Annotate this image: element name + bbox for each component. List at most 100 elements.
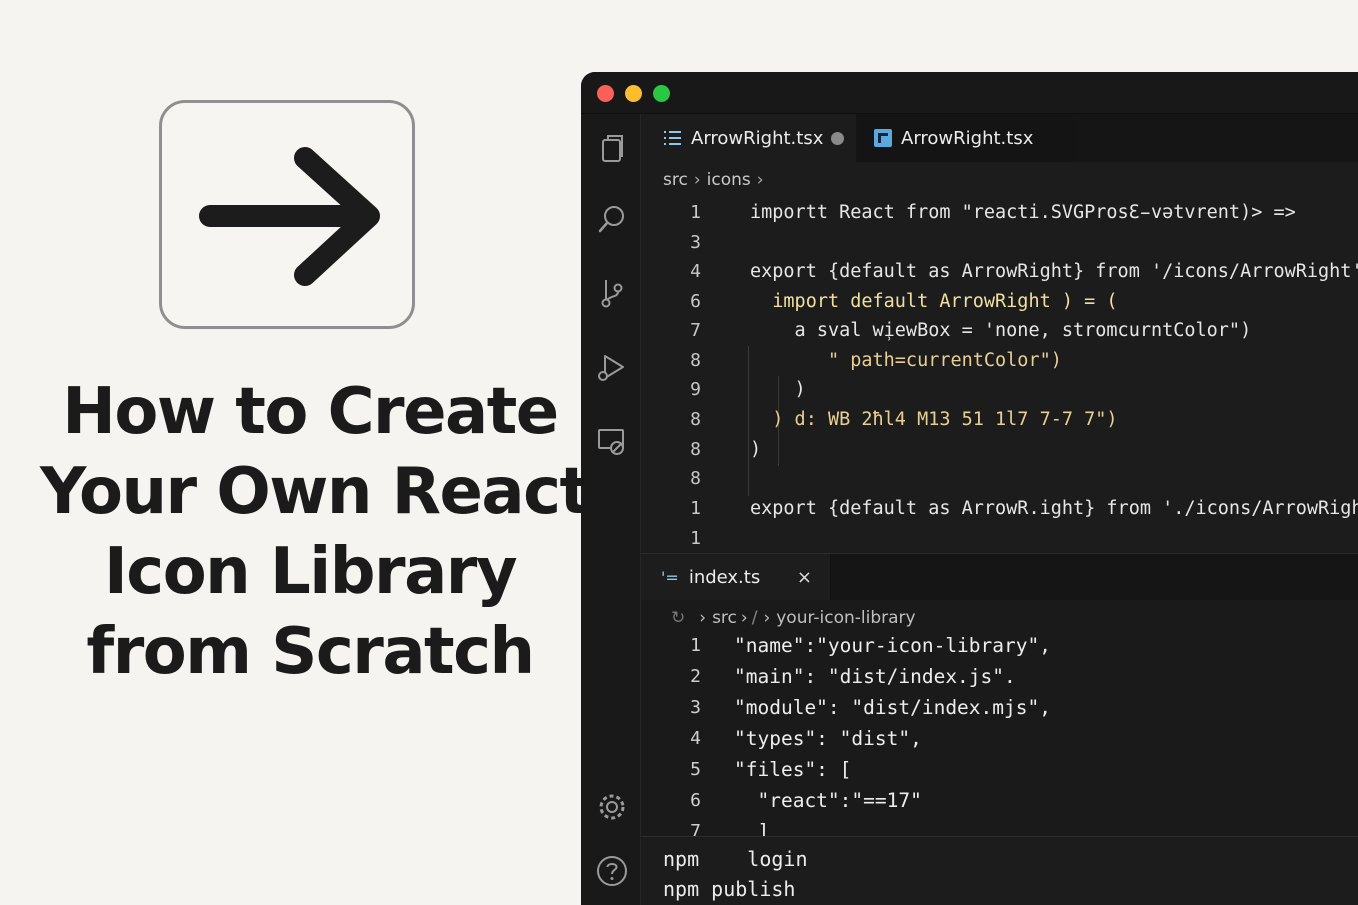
code-text: "files": [ — [734, 758, 852, 781]
hero-title: How to Create Your Own React Icon Librar… — [40, 372, 590, 692]
line-number: 7 — [690, 821, 701, 836]
hero-title-line: Your Own React — [40, 455, 590, 529]
line-number: 9 — [690, 379, 701, 400]
breadcrumb-item[interactable]: src — [712, 608, 737, 628]
arrow-right-icon — [199, 147, 380, 286]
code-line: 1 export {default as ArrowR.ight} from '.… — [641, 494, 1358, 524]
file-type-icon: '= — [661, 567, 679, 587]
code-line: 3 "module": "dist/index.mjs", — [641, 692, 1358, 723]
code-line: 4 export {default as ArrowRight} from '/i… — [641, 257, 1358, 287]
code-line: 4 "types": "dist", — [641, 723, 1358, 754]
code-text: ) — [750, 439, 762, 460]
line-number: 6 — [690, 291, 701, 312]
code-text: importt React from "reacti.SVGProsƐ̵vətv… — [750, 202, 1296, 223]
line-number: 1 — [690, 498, 701, 519]
tab-index-ts[interactable]: '= index.ts × — [641, 554, 831, 600]
code-line: 2 "main": "dist/index.js". — [641, 661, 1358, 692]
line-number: 3 — [690, 697, 701, 718]
line-number: 6 — [690, 790, 701, 811]
terminal-line: npm login — [663, 847, 808, 871]
tab-label: index.ts — [688, 566, 761, 588]
code-text: "react":"==17" — [734, 789, 922, 812]
refresh-icon: ↻ — [671, 608, 686, 628]
breadcrumb-item[interactable]: icons — [707, 170, 751, 190]
breadcrumb-item[interactable]: src — [663, 170, 688, 190]
code-text: "name":"your-icon-library", — [734, 634, 1051, 657]
files-icon[interactable] — [595, 132, 629, 166]
title-bar — [581, 72, 1358, 114]
line-number: 5 — [690, 759, 701, 780]
code-text: " path=currentColor") — [750, 350, 1062, 371]
chevron-right-icon: › — [740, 608, 748, 628]
close-tab-icon[interactable]: × — [797, 567, 812, 588]
line-number: 3 — [690, 232, 701, 253]
code-text: export {default as ArrowRight} from '/ic… — [750, 261, 1358, 282]
terminal-panel[interactable]: npm login npm publish — [641, 836, 1358, 905]
line-number: 8 — [690, 468, 701, 489]
modified-dot-icon[interactable] — [831, 131, 844, 145]
line-number: 4 — [690, 261, 701, 282]
line-number: 8 — [690, 409, 701, 430]
line-number: 2 — [690, 666, 701, 687]
code-text: "types": "dist", — [734, 727, 922, 750]
chevron-right-icon: › — [693, 170, 701, 190]
line-number: 1 — [690, 202, 701, 223]
breadcrumb: src › icons › — [663, 162, 770, 198]
secondary-editor-pane: '= index.ts × ↻ › src › / › your-icon-li… — [641, 553, 1358, 836]
code-line: 9 ) — [641, 375, 1358, 405]
code-line: 5 "files": [ — [641, 754, 1358, 785]
code-line: 1 importt React from "reacti.SVGProsƐ̵vət… — [641, 198, 1358, 228]
code-line: 8 — [641, 464, 1358, 494]
source-control-icon[interactable] — [595, 276, 629, 310]
code-line: 1 "name":"your-icon-library", — [641, 630, 1358, 661]
editor-tab-bar: ArrowRight.tsx ArrowRight.tsx — [641, 114, 1358, 162]
tab-arrowright-tsx-modified[interactable]: ArrowRight.tsx — [641, 114, 856, 162]
code-text: a sval wi̹ewBox = 'none, stromcurntColor… — [750, 320, 1252, 341]
code-line: 8) — [641, 435, 1358, 465]
code-text: export {default as ArrowR.ight} from './… — [750, 498, 1358, 519]
maximize-window-button[interactable] — [653, 85, 670, 102]
hero-title-line: How to Create — [62, 375, 559, 449]
code-text: ) d: WB 2ħl4 M13 51 1l7 7-7 7") — [750, 409, 1118, 430]
remote-explorer-icon[interactable] — [595, 424, 629, 458]
help-icon[interactable] — [595, 854, 629, 888]
close-window-button[interactable] — [597, 85, 614, 102]
search-icon[interactable] — [595, 202, 629, 236]
code-text: ) — [750, 379, 806, 400]
code-editor-window: ArrowRight.tsx ArrowRight.tsx src › icon… — [581, 72, 1358, 905]
settings-gear-icon[interactable] — [595, 790, 629, 824]
line-number: 7 — [690, 320, 701, 341]
line-number: 1 — [690, 528, 701, 549]
editor-pane: ArrowRight.tsx ArrowRight.tsx src › icon… — [641, 114, 1358, 554]
minimize-window-button[interactable] — [625, 85, 642, 102]
code-line: 8 " path=currentColor") — [641, 346, 1358, 376]
code-line: 6 "react":"==17" — [641, 785, 1358, 816]
tab-label: ArrowRight.tsx — [901, 127, 1034, 149]
code-line: 7 a sval wi̹ewBox = 'none, stromcurntCol… — [641, 316, 1358, 346]
code-line: 7 ] — [641, 816, 1358, 836]
chevron-right-icon: › — [763, 608, 771, 628]
code-text: "module": "dist/index.mjs", — [734, 696, 1051, 719]
arrow-icon-tile — [159, 100, 415, 329]
activity-bar — [581, 114, 641, 905]
code-line: 1 — [641, 524, 1358, 554]
code-line: 6 import default ArrowRight ) = ( — [641, 287, 1358, 317]
code-text: ] — [734, 820, 770, 836]
line-number: 8 — [690, 350, 701, 371]
line-number: 8 — [690, 439, 701, 460]
breadcrumb-item[interactable]: / — [752, 608, 758, 628]
run-debug-icon[interactable] — [595, 350, 629, 384]
chevron-right-icon: › — [699, 608, 707, 628]
chevron-right-icon: › — [756, 170, 764, 190]
code-line: 8 ) d: WB 2ħl4 M13 51 1l7 7-7 7") — [641, 405, 1358, 435]
react-file-icon — [873, 128, 893, 148]
code-line: 3 — [641, 228, 1358, 258]
terminal-line: npm publish — [663, 877, 796, 901]
breadcrumb-item[interactable]: your-icon-library — [776, 608, 915, 628]
code-text: "main": "dist/index.js". — [734, 665, 1016, 688]
list-icon — [663, 128, 683, 148]
hero-title-line: Icon Library — [103, 535, 518, 609]
tab-label: ArrowRight.tsx — [691, 127, 824, 149]
code-text: import default ArrowRight ) = ( — [750, 291, 1118, 312]
tab-arrowright-tsx[interactable]: ArrowRight.tsx — [857, 114, 1075, 162]
